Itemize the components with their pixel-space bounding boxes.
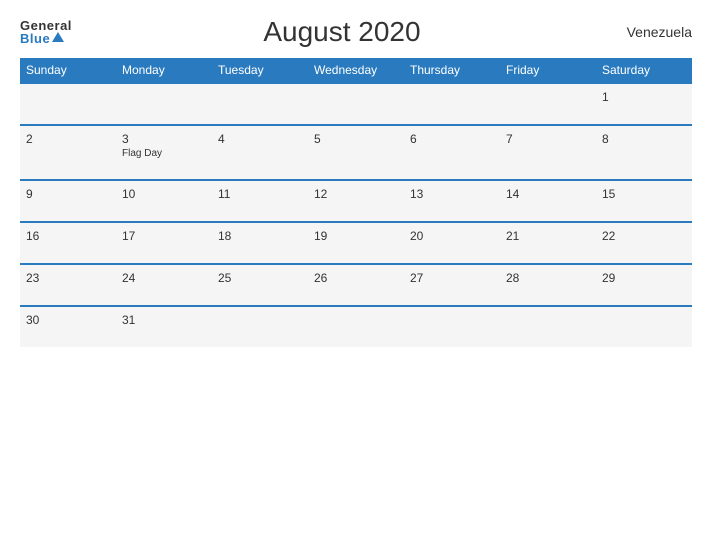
calendar-body: 123Flag Day45678910111213141516171819202… [20, 83, 692, 347]
day-number: 11 [218, 187, 302, 201]
calendar-cell [116, 83, 212, 125]
calendar-cell: 16 [20, 222, 116, 264]
day-number: 23 [26, 271, 110, 285]
day-number: 16 [26, 229, 110, 243]
calendar-table: Sunday Monday Tuesday Wednesday Thursday… [20, 58, 692, 347]
calendar-week-row: 16 17 18 19 20 21 22 [20, 222, 692, 264]
calendar-cell: 20 [404, 222, 500, 264]
calendar-cell [20, 83, 116, 125]
logo-blue-text: Blue [20, 32, 50, 45]
calendar-cell [500, 306, 596, 347]
col-friday: Friday [500, 58, 596, 83]
calendar-cell [596, 306, 692, 347]
holiday-label: Flag Day [122, 148, 206, 159]
day-number: 9 [26, 187, 110, 201]
calendar-cell: 26 [308, 264, 404, 306]
calendar-week-row: 23 24 25 26 27 28 29 [20, 264, 692, 306]
calendar-cell [500, 83, 596, 125]
calendar-cell: 21 [500, 222, 596, 264]
calendar-cell: 2 [20, 125, 116, 180]
page: General Blue August 2020 Venezuela Sunda… [0, 0, 712, 550]
day-number: 6 [410, 132, 494, 146]
calendar-cell: 23 [20, 264, 116, 306]
calendar-cell: 29 [596, 264, 692, 306]
day-number: 12 [314, 187, 398, 201]
calendar-cell: 4 [212, 125, 308, 180]
calendar-cell [308, 83, 404, 125]
day-number: 1 [602, 90, 686, 104]
calendar-cell: 25 [212, 264, 308, 306]
day-number: 3 [122, 132, 206, 146]
calendar-week-row: 1 [20, 83, 692, 125]
weekday-header-row: Sunday Monday Tuesday Wednesday Thursday… [20, 58, 692, 83]
calendar-cell: 10 [116, 180, 212, 222]
calendar-cell: 15 [596, 180, 692, 222]
calendar-cell [308, 306, 404, 347]
calendar-cell [212, 306, 308, 347]
day-number: 25 [218, 271, 302, 285]
calendar-header: Sunday Monday Tuesday Wednesday Thursday… [20, 58, 692, 83]
day-number: 7 [506, 132, 590, 146]
col-saturday: Saturday [596, 58, 692, 83]
day-number: 31 [122, 313, 206, 327]
day-number: 21 [506, 229, 590, 243]
day-number: 5 [314, 132, 398, 146]
calendar-week-row: 23 Flag Day 45678 [20, 125, 692, 180]
day-number: 20 [410, 229, 494, 243]
col-thursday: Thursday [404, 58, 500, 83]
calendar-cell: 11 [212, 180, 308, 222]
logo: General Blue [20, 19, 72, 45]
day-number: 29 [602, 271, 686, 285]
day-number: 26 [314, 271, 398, 285]
calendar-cell [404, 83, 500, 125]
calendar-cell: 9 [20, 180, 116, 222]
calendar-cell: 6 [404, 125, 500, 180]
logo-triangle-icon [52, 32, 64, 42]
calendar-cell: 12 [308, 180, 404, 222]
calendar-cell: 13 [404, 180, 500, 222]
day-number: 14 [506, 187, 590, 201]
day-number: 28 [506, 271, 590, 285]
calendar-cell: 27 [404, 264, 500, 306]
day-number: 18 [218, 229, 302, 243]
day-number: 10 [122, 187, 206, 201]
logo-blue-row: Blue [20, 32, 64, 45]
calendar-cell [212, 83, 308, 125]
day-number: 22 [602, 229, 686, 243]
day-number: 30 [26, 313, 110, 327]
calendar-cell: 7 [500, 125, 596, 180]
calendar-cell: 22 [596, 222, 692, 264]
calendar-cell: 1 [596, 83, 692, 125]
day-number: 2 [26, 132, 110, 146]
col-tuesday: Tuesday [212, 58, 308, 83]
day-number: 19 [314, 229, 398, 243]
calendar-cell: 28 [500, 264, 596, 306]
calendar-cell: 18 [212, 222, 308, 264]
day-number: 27 [410, 271, 494, 285]
col-wednesday: Wednesday [308, 58, 404, 83]
calendar-week-row: 9 10 11 12 13 14 15 [20, 180, 692, 222]
col-monday: Monday [116, 58, 212, 83]
day-number: 17 [122, 229, 206, 243]
calendar-cell: 30 [20, 306, 116, 347]
calendar-cell: 5 [308, 125, 404, 180]
header: General Blue August 2020 Venezuela [20, 16, 692, 48]
calendar-cell: 24 [116, 264, 212, 306]
calendar-cell: 19 [308, 222, 404, 264]
day-number: 8 [602, 132, 686, 146]
day-number: 15 [602, 187, 686, 201]
calendar-cell: 8 [596, 125, 692, 180]
country-label: Venezuela [612, 24, 692, 40]
calendar-cell [404, 306, 500, 347]
calendar-cell: 3 Flag Day [116, 125, 212, 180]
day-number: 24 [122, 271, 206, 285]
col-sunday: Sunday [20, 58, 116, 83]
day-number: 4 [218, 132, 302, 146]
day-number: 13 [410, 187, 494, 201]
calendar-cell: 17 [116, 222, 212, 264]
calendar-cell: 14 [500, 180, 596, 222]
calendar-cell: 31 [116, 306, 212, 347]
calendar-title: August 2020 [72, 16, 612, 48]
calendar-week-row: 30 31 [20, 306, 692, 347]
